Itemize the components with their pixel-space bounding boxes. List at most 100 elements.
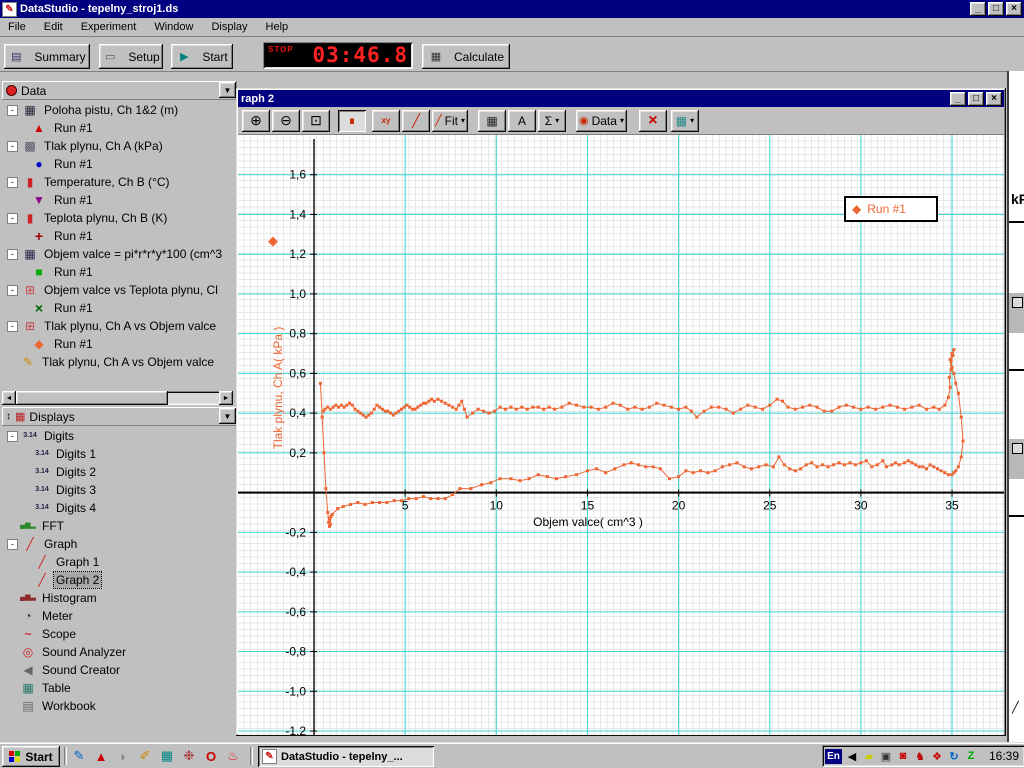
- data-point[interactable]: [951, 352, 954, 355]
- data-point[interactable]: [359, 412, 362, 415]
- data-point[interactable]: [750, 467, 753, 470]
- data-point[interactable]: [395, 412, 398, 415]
- data-point[interactable]: [408, 406, 411, 409]
- graph-window-titlebar[interactable]: raph 2 _ □ ×: [238, 90, 1004, 107]
- data-point[interactable]: [921, 465, 924, 468]
- display-item-graph[interactable]: -╱Graph: [2, 535, 233, 553]
- quicklaunch-bird-icon[interactable]: ◗: [114, 747, 132, 765]
- data-point[interactable]: [754, 406, 757, 409]
- data-point[interactable]: [838, 406, 841, 409]
- data-point[interactable]: [415, 497, 418, 500]
- data-point[interactable]: [425, 402, 428, 405]
- data-hscrollbar[interactable]: ◄ ►: [2, 391, 233, 405]
- data-point[interactable]: [342, 505, 345, 508]
- run-item[interactable]: +Run #1: [2, 227, 233, 245]
- data-point[interactable]: [903, 461, 906, 464]
- display-item-sound-analyzer[interactable]: ◎Sound Analyzer: [2, 643, 233, 661]
- data-point[interactable]: [349, 503, 352, 506]
- data-point[interactable]: [520, 406, 523, 409]
- data-point[interactable]: [400, 408, 403, 411]
- text-tool-button[interactable]: A: [508, 110, 536, 132]
- data-point[interactable]: [440, 400, 443, 403]
- data-point[interactable]: [684, 406, 687, 409]
- data-point[interactable]: [781, 400, 784, 403]
- data-point[interactable]: [375, 404, 378, 407]
- data-panel-header[interactable]: Data ▼: [2, 81, 237, 100]
- tray-diamond-icon[interactable]: ❖: [929, 748, 945, 764]
- data-point[interactable]: [604, 406, 607, 409]
- data-point[interactable]: [885, 465, 888, 468]
- data-point[interactable]: [397, 410, 400, 413]
- data-point[interactable]: [940, 469, 943, 472]
- expand-box[interactable]: -: [7, 539, 18, 550]
- data-point[interactable]: [852, 406, 855, 409]
- data-point[interactable]: [717, 406, 720, 409]
- data-item[interactable]: -⊞Tlak plynu, Ch A vs Objem valce: [2, 317, 233, 335]
- language-indicator[interactable]: En: [825, 749, 842, 764]
- legend[interactable]: ◆ Run #1: [844, 196, 938, 222]
- maximize-button[interactable]: □: [988, 2, 1004, 16]
- data-point[interactable]: [823, 410, 826, 413]
- data-point[interactable]: [422, 495, 425, 498]
- data-point[interactable]: [626, 408, 629, 411]
- data-point[interactable]: [604, 471, 607, 474]
- run-item[interactable]: ●Run #1: [2, 155, 233, 173]
- tray-scheduler-icon[interactable]: ▣: [878, 748, 894, 764]
- data-point[interactable]: [457, 404, 460, 407]
- data-point[interactable]: [504, 408, 507, 411]
- data-point[interactable]: [898, 463, 901, 466]
- data-point[interactable]: [918, 465, 921, 468]
- data-point[interactable]: [337, 406, 340, 409]
- data-point[interactable]: [903, 408, 906, 411]
- data-item[interactable]: -▮Teplota plynu, Ch B (K): [2, 209, 233, 227]
- data-point[interactable]: [458, 487, 461, 490]
- quicklaunch-calculator-icon[interactable]: ▦: [158, 747, 176, 765]
- tray-volume-icon[interactable]: ◀: [844, 748, 860, 764]
- data-point[interactable]: [663, 404, 666, 407]
- data-point[interactable]: [378, 501, 381, 504]
- display-item-digits-1[interactable]: 3.14Digits 1: [2, 445, 233, 463]
- data-point[interactable]: [351, 404, 354, 407]
- data-point[interactable]: [816, 465, 819, 468]
- data-point[interactable]: [962, 440, 965, 443]
- quicklaunch-opera-icon[interactable]: O: [202, 747, 220, 765]
- data-point[interactable]: [444, 497, 447, 500]
- data-point[interactable]: [463, 408, 466, 411]
- data-point[interactable]: [416, 406, 419, 409]
- data-point[interactable]: [354, 408, 357, 411]
- data-point[interactable]: [810, 461, 813, 464]
- run-item[interactable]: ◆Run #1: [2, 335, 233, 353]
- data-point[interactable]: [732, 412, 735, 415]
- data-point[interactable]: [772, 465, 775, 468]
- data-point[interactable]: [515, 408, 518, 411]
- data-point[interactable]: [641, 408, 644, 411]
- data-point[interactable]: [393, 499, 396, 502]
- data-point[interactable]: [586, 469, 589, 472]
- data-point[interactable]: [542, 408, 545, 411]
- data-point[interactable]: [329, 408, 332, 411]
- data-point[interactable]: [952, 348, 955, 351]
- expand-box[interactable]: -: [7, 105, 18, 116]
- data-point[interactable]: [386, 410, 389, 413]
- data-point[interactable]: [336, 507, 339, 510]
- data-point[interactable]: [389, 412, 392, 415]
- minimize-button[interactable]: _: [970, 2, 986, 16]
- data-point[interactable]: [509, 406, 512, 409]
- run-item[interactable]: ■Run #1: [2, 263, 233, 281]
- data-point[interactable]: [757, 465, 760, 468]
- data-point[interactable]: [706, 471, 709, 474]
- data-point[interactable]: [889, 404, 892, 407]
- data-point[interactable]: [326, 406, 329, 409]
- data-menu-button[interactable]: ◉Data▾: [576, 110, 627, 132]
- data-point[interactable]: [323, 451, 326, 454]
- data-point[interactable]: [340, 404, 343, 407]
- scroll-left-arrow[interactable]: ◄: [2, 391, 16, 405]
- data-point[interactable]: [466, 416, 469, 419]
- data-point[interactable]: [947, 473, 950, 476]
- display-item-scope[interactable]: ~Scope: [2, 625, 233, 643]
- data-point[interactable]: [437, 497, 440, 500]
- data-point[interactable]: [430, 398, 433, 401]
- data-point[interactable]: [451, 406, 454, 409]
- data-point[interactable]: [324, 487, 327, 490]
- data-point[interactable]: [881, 459, 884, 462]
